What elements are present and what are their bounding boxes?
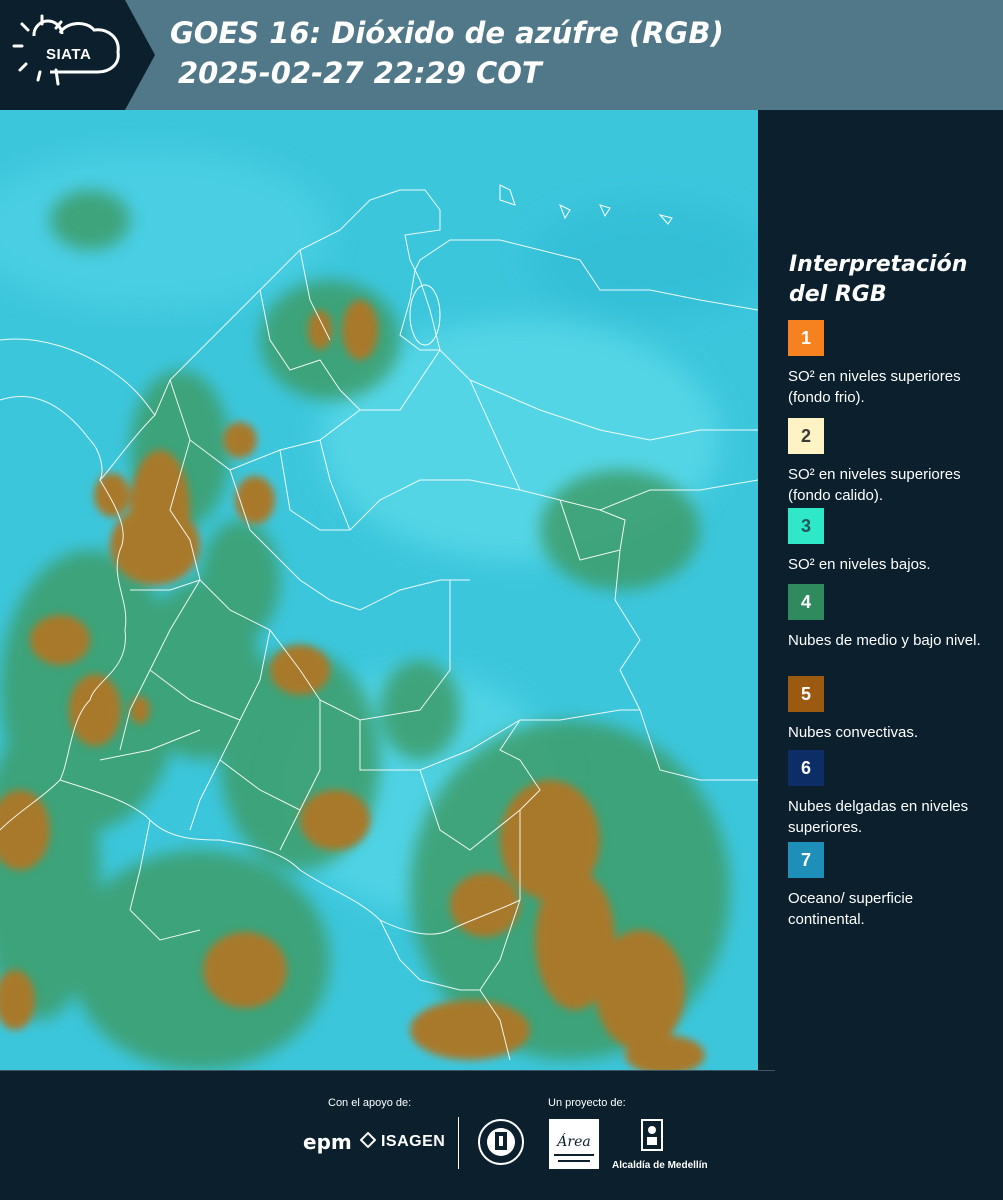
legend-swatch-1: 1 [788, 320, 824, 356]
legend-number-4: 4 [800, 591, 811, 612]
project-label: Un proyecto de: [548, 1097, 626, 1109]
satellite-map [0, 110, 758, 1070]
medellin-seal-icon [477, 1118, 525, 1171]
legend-swatch-2: 2 [788, 418, 824, 454]
area-metropolitana-logo: Área [548, 1118, 600, 1175]
legend-number-7: 7 [800, 849, 811, 870]
support-label: Con el apoyo de: [328, 1097, 412, 1109]
page-title: GOES 16: Dióxido de azúfre (RGB) [170, 16, 724, 50]
header-bar: SIATA GOES 16: Dióxido de azúfre (RGB) 2… [0, 0, 1003, 110]
footer-divider-line [0, 1070, 775, 1071]
alcaldia-medellin-logo [608, 1118, 698, 1165]
footer-vertical-divider [458, 1117, 459, 1169]
isagen-logo: ISAGEN [359, 1131, 446, 1151]
isagen-mark-icon [359, 1131, 377, 1149]
legend-swatch-6: 6 [788, 750, 824, 786]
legend-label-7: Oceano/ superficie continental. [788, 890, 914, 928]
legend-swatch-3: 3 [788, 508, 824, 544]
siata-logo: SIATA [0, 0, 155, 110]
epm-logo: epm [303, 1130, 352, 1154]
legend-label-6: Nubes delgadas en niveles superiores. [788, 798, 969, 836]
isagen-logo-text: ISAGEN [380, 1133, 446, 1150]
legend-label-4: Nubes de medio y bajo nivel. [788, 632, 981, 649]
legend-panel: Interpretación del RGB 1 SO² en niveles … [758, 110, 1003, 1070]
area-logo-text: Área [555, 1132, 590, 1150]
alcaldia-label: Alcaldía de Medellín [612, 1160, 708, 1171]
legend-item-2: 2 SO² en niveles superiores (fondo calid… [788, 418, 993, 506]
footer: Con el apoyo de: Un proyecto de: epm ISA… [0, 1070, 1003, 1200]
legend-item-3: 3 SO² en niveles bajos. [788, 508, 993, 596]
legend-swatch-4: 4 [788, 584, 824, 620]
legend-item-4: 4 Nubes de medio y bajo nivel. [788, 584, 993, 672]
siata-logo-text: SIATA [46, 46, 92, 63]
legend-label-1: SO² en niveles superiores (fondo frio). [788, 368, 961, 406]
legend-number-2: 2 [800, 425, 811, 446]
legend-swatch-7: 7 [788, 842, 824, 878]
legend-number-6: 6 [800, 757, 811, 778]
legend-swatch-5: 5 [788, 676, 824, 712]
legend-item-6: 6 Nubes delgadas en niveles superiores. [788, 750, 993, 838]
page-timestamp: 2025-02-27 22:29 COT [178, 56, 542, 90]
legend-label-2: SO² en niveles superiores (fondo calido)… [788, 466, 961, 504]
legend-title: Interpretación del RGB [789, 252, 968, 307]
legend-item-1: 1 SO² en niveles superiores (fondo frio)… [788, 320, 993, 408]
legend-number-1: 1 [800, 327, 811, 348]
legend-item-7: 7 Oceano/ superficie continental. [788, 842, 993, 930]
legend-number-3: 3 [800, 515, 811, 536]
legend-number-5: 5 [800, 683, 811, 704]
